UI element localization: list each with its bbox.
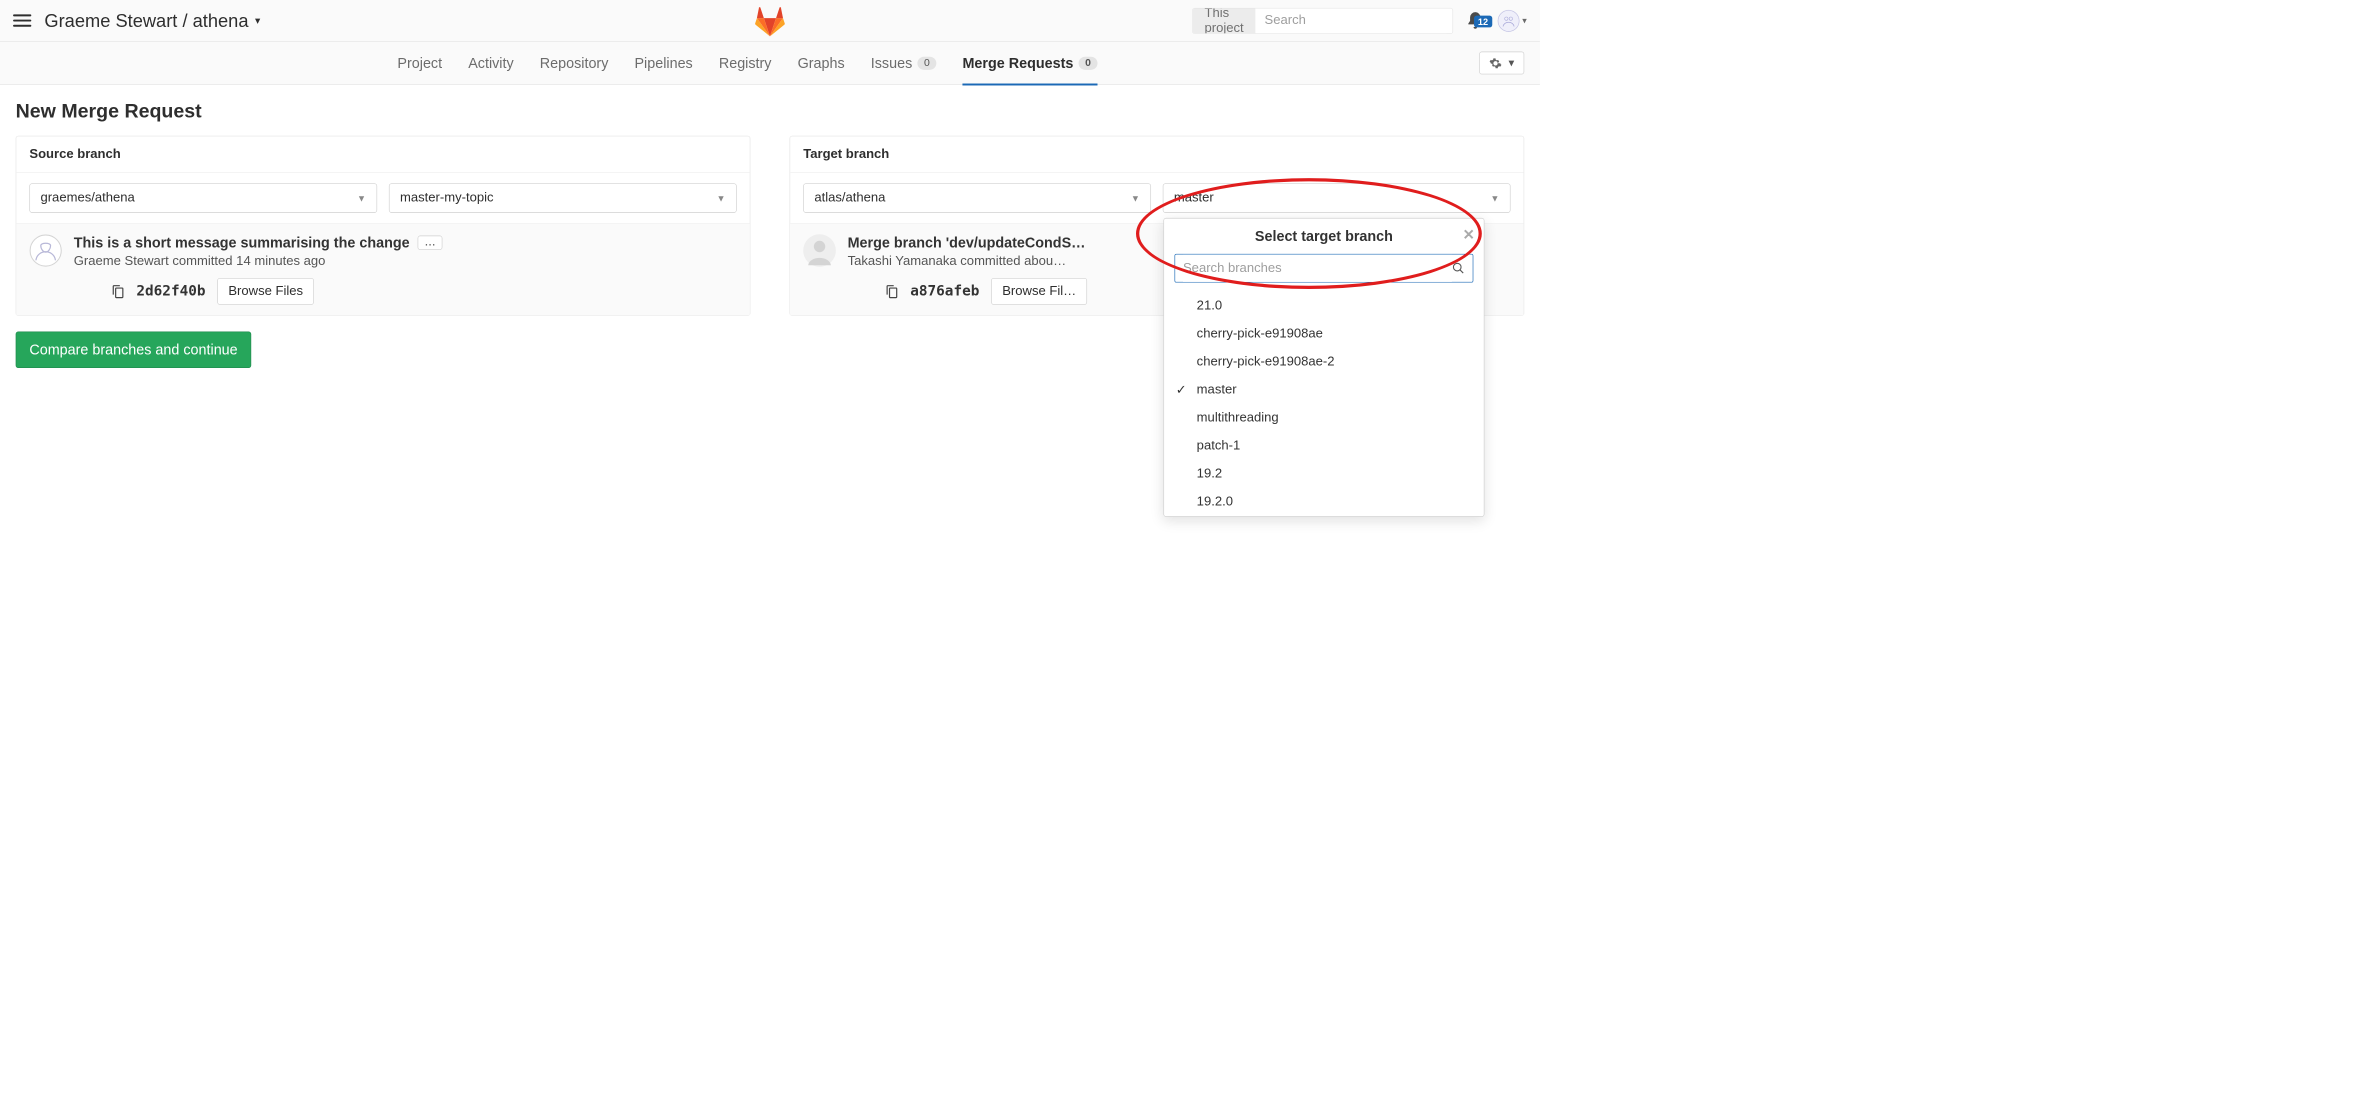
nav-tab-label: Merge Requests xyxy=(962,54,1073,71)
check-icon: ✓ xyxy=(1176,382,1187,398)
branch-search-input[interactable] xyxy=(1183,254,1452,281)
popover-title: Select target branch xyxy=(1255,228,1393,245)
project-settings-button[interactable]: ▾ xyxy=(1479,52,1524,75)
source-branch-dropdown[interactable]: master-my-topic ▼ xyxy=(389,183,737,212)
search-icon xyxy=(1447,14,1454,27)
source-commit-subline: Graeme Stewart committed 14 minutes ago xyxy=(74,254,737,269)
nav-tab-label: Graphs xyxy=(798,54,845,71)
nav-tab-badge: 0 xyxy=(917,56,936,69)
source-project-dropdown[interactable]: graemes/athena ▼ xyxy=(29,183,377,212)
branch-option[interactable]: 21.0 xyxy=(1164,292,1484,320)
chevron-down-icon: ▾ xyxy=(255,14,260,27)
chevron-down-icon: ▼ xyxy=(1131,193,1140,203)
commit-author-avatar xyxy=(803,234,836,267)
branch-option-label: master xyxy=(1197,382,1237,397)
source-commit-hash[interactable]: 2d62f40b xyxy=(136,283,205,299)
nav-tab-project[interactable]: Project xyxy=(397,41,442,84)
chevron-down-icon: ▼ xyxy=(1490,193,1499,203)
user-avatar[interactable] xyxy=(1497,9,1519,31)
target-commit-title[interactable]: Merge branch 'dev/updateCondS… xyxy=(848,234,1086,251)
close-icon[interactable]: ✕ xyxy=(1463,226,1475,243)
gear-icon xyxy=(1489,56,1502,69)
nav-tab-merge-requests[interactable]: Merge Requests 0 xyxy=(962,41,1097,84)
copy-icon[interactable] xyxy=(110,284,124,298)
target-project-value: atlas/athena xyxy=(814,191,885,206)
branch-option-label: 19.2.0 xyxy=(1197,495,1233,510)
nav-tab-activity[interactable]: Activity xyxy=(468,41,513,84)
nav-tab-label: Project xyxy=(397,54,442,71)
branch-option[interactable]: patch-1 xyxy=(1164,432,1484,460)
source-branch-value: master-my-topic xyxy=(400,191,494,206)
chevron-down-icon[interactable]: ▾ xyxy=(1522,15,1527,26)
global-search[interactable]: This project xyxy=(1192,8,1453,34)
nav-tab-graphs[interactable]: Graphs xyxy=(798,41,845,84)
branch-list: 21.0 cherry-pick-e91908ae cherry-pick-e919… xyxy=(1164,292,1484,516)
search-input[interactable] xyxy=(1255,8,1446,33)
branch-option-label: patch-1 xyxy=(1197,438,1241,453)
project-breadcrumb[interactable]: Graeme Stewart / athena ▾ xyxy=(44,10,260,31)
branch-option[interactable]: 19.2.0 xyxy=(1164,488,1484,516)
branch-option-label: cherry-pick-e91908ae xyxy=(1197,326,1323,341)
target-branch-dropdown[interactable]: master ▼ Select target branch ✕ xyxy=(1163,183,1511,212)
notifications-button[interactable]: 12 xyxy=(1465,10,1486,31)
source-panel-header: Source branch xyxy=(16,136,749,173)
branch-option-label: cherry-pick-e91908ae-2 xyxy=(1197,354,1335,369)
gitlab-logo-icon[interactable] xyxy=(753,6,787,37)
target-panel-header: Target branch xyxy=(790,136,1523,173)
commit-message-more-button[interactable]: ... xyxy=(417,236,442,250)
branch-option-label: 21.0 xyxy=(1197,298,1222,313)
search-icon xyxy=(1452,262,1465,275)
branch-option[interactable]: ✓ master xyxy=(1164,376,1484,404)
nav-tab-label: Registry xyxy=(719,54,772,71)
target-project-dropdown[interactable]: atlas/athena ▼ xyxy=(803,183,1151,212)
nav-tab-repository[interactable]: Repository xyxy=(540,41,609,84)
source-project-value: graemes/athena xyxy=(40,191,134,206)
topbar-right-group: This project 12 ▾ xyxy=(1192,8,1527,34)
target-branch-panel: Target branch atlas/athena ▼ master ▼ Se… xyxy=(790,136,1525,316)
branch-option[interactable]: 19.2 xyxy=(1164,460,1484,488)
target-commit-hash[interactable]: a876afeb xyxy=(910,283,979,299)
nav-tab-badge: 0 xyxy=(1079,56,1098,69)
search-scope-label: This project xyxy=(1193,8,1256,33)
chevron-down-icon: ▾ xyxy=(1509,56,1515,70)
copy-icon[interactable] xyxy=(884,284,898,298)
branch-option-label: 19.2 xyxy=(1197,467,1222,482)
chevron-down-icon: ▼ xyxy=(717,193,726,203)
source-branch-panel: Source branch graemes/athena ▼ master-my… xyxy=(16,136,751,316)
branch-option[interactable]: cherry-pick-e91908ae-2 xyxy=(1164,348,1484,376)
chevron-down-icon: ▼ xyxy=(357,193,366,203)
nav-tab-label: Repository xyxy=(540,54,609,71)
nav-tab-pipelines[interactable]: Pipelines xyxy=(634,41,692,84)
commit-author-avatar xyxy=(29,234,62,267)
nav-tab-registry[interactable]: Registry xyxy=(719,41,772,84)
branch-search xyxy=(1175,254,1474,283)
notifications-count-badge: 12 xyxy=(1474,15,1492,27)
branch-option-label: multithreading xyxy=(1197,410,1279,425)
compare-branches-button[interactable]: Compare branches and continue xyxy=(16,331,252,368)
branch-option[interactable]: cherry-pick-e91908ae xyxy=(1164,320,1484,348)
nav-tab-label: Activity xyxy=(468,54,513,71)
target-branch-popover: Select target branch ✕ 21.0 cherry-pick-e… xyxy=(1163,218,1484,517)
source-browse-files-button[interactable]: Browse Files xyxy=(217,278,314,305)
target-browse-files-button[interactable]: Browse Fil… xyxy=(991,278,1087,305)
branch-option[interactable]: multithreading xyxy=(1164,404,1484,432)
topbar: Graeme Stewart / athena ▾ This project 1… xyxy=(0,0,1540,42)
project-title-text: Graeme Stewart / athena xyxy=(44,10,248,31)
nav-tab-label: Issues xyxy=(871,54,912,71)
nav-tab-label: Pipelines xyxy=(634,54,692,71)
hamburger-menu-icon[interactable] xyxy=(13,11,31,29)
page-title: New Merge Request xyxy=(16,100,1525,122)
nav-tab-issues[interactable]: Issues 0 xyxy=(871,41,937,84)
project-nav: Project Activity Repository Pipelines Regist… xyxy=(0,42,1540,85)
target-branch-value: master xyxy=(1174,191,1214,206)
source-commit-title[interactable]: This is a short message summarising the … xyxy=(74,234,410,251)
